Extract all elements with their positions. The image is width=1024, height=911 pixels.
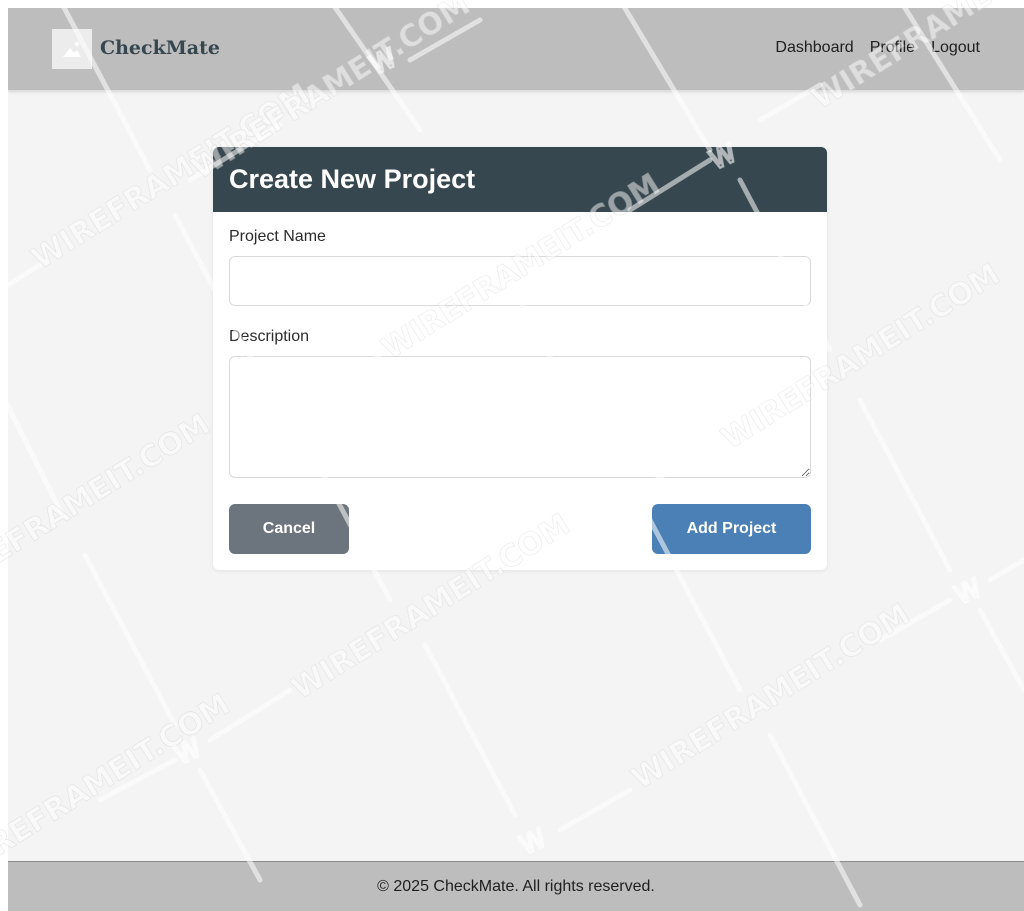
cancel-button[interactable]: Cancel [229, 504, 349, 554]
logo[interactable] [52, 29, 92, 69]
form-actions: Cancel Add Project [229, 504, 811, 554]
nav-link-logout[interactable]: Logout [931, 39, 980, 57]
card-header: Create New Project [213, 147, 827, 212]
page-title: Create New Project [229, 164, 476, 194]
project-name-input[interactable] [229, 256, 811, 306]
nav-link-profile[interactable]: Profile [870, 39, 915, 57]
app-frame: CheckMate Dashboard Profile Logout Creat… [8, 8, 1024, 911]
create-project-card: Create New Project Project Name Descript… [213, 147, 827, 570]
top-header: CheckMate Dashboard Profile Logout [8, 8, 1024, 90]
description-textarea[interactable] [229, 356, 811, 478]
page-footer: © 2025 CheckMate. All rights reserved. [8, 861, 1024, 911]
description-label: Description [229, 328, 310, 345]
project-name-label: Project Name [229, 228, 326, 245]
main-nav: Dashboard Profile Logout [775, 39, 980, 57]
nav-link-dashboard[interactable]: Dashboard [775, 39, 853, 57]
add-project-button[interactable]: Add Project [652, 504, 811, 554]
brand-name[interactable]: CheckMate [100, 37, 220, 59]
image-placeholder-icon [63, 42, 81, 57]
card-body: Project Name Description [213, 212, 827, 478]
copyright-text: © 2025 CheckMate. All rights reserved. [377, 878, 655, 895]
